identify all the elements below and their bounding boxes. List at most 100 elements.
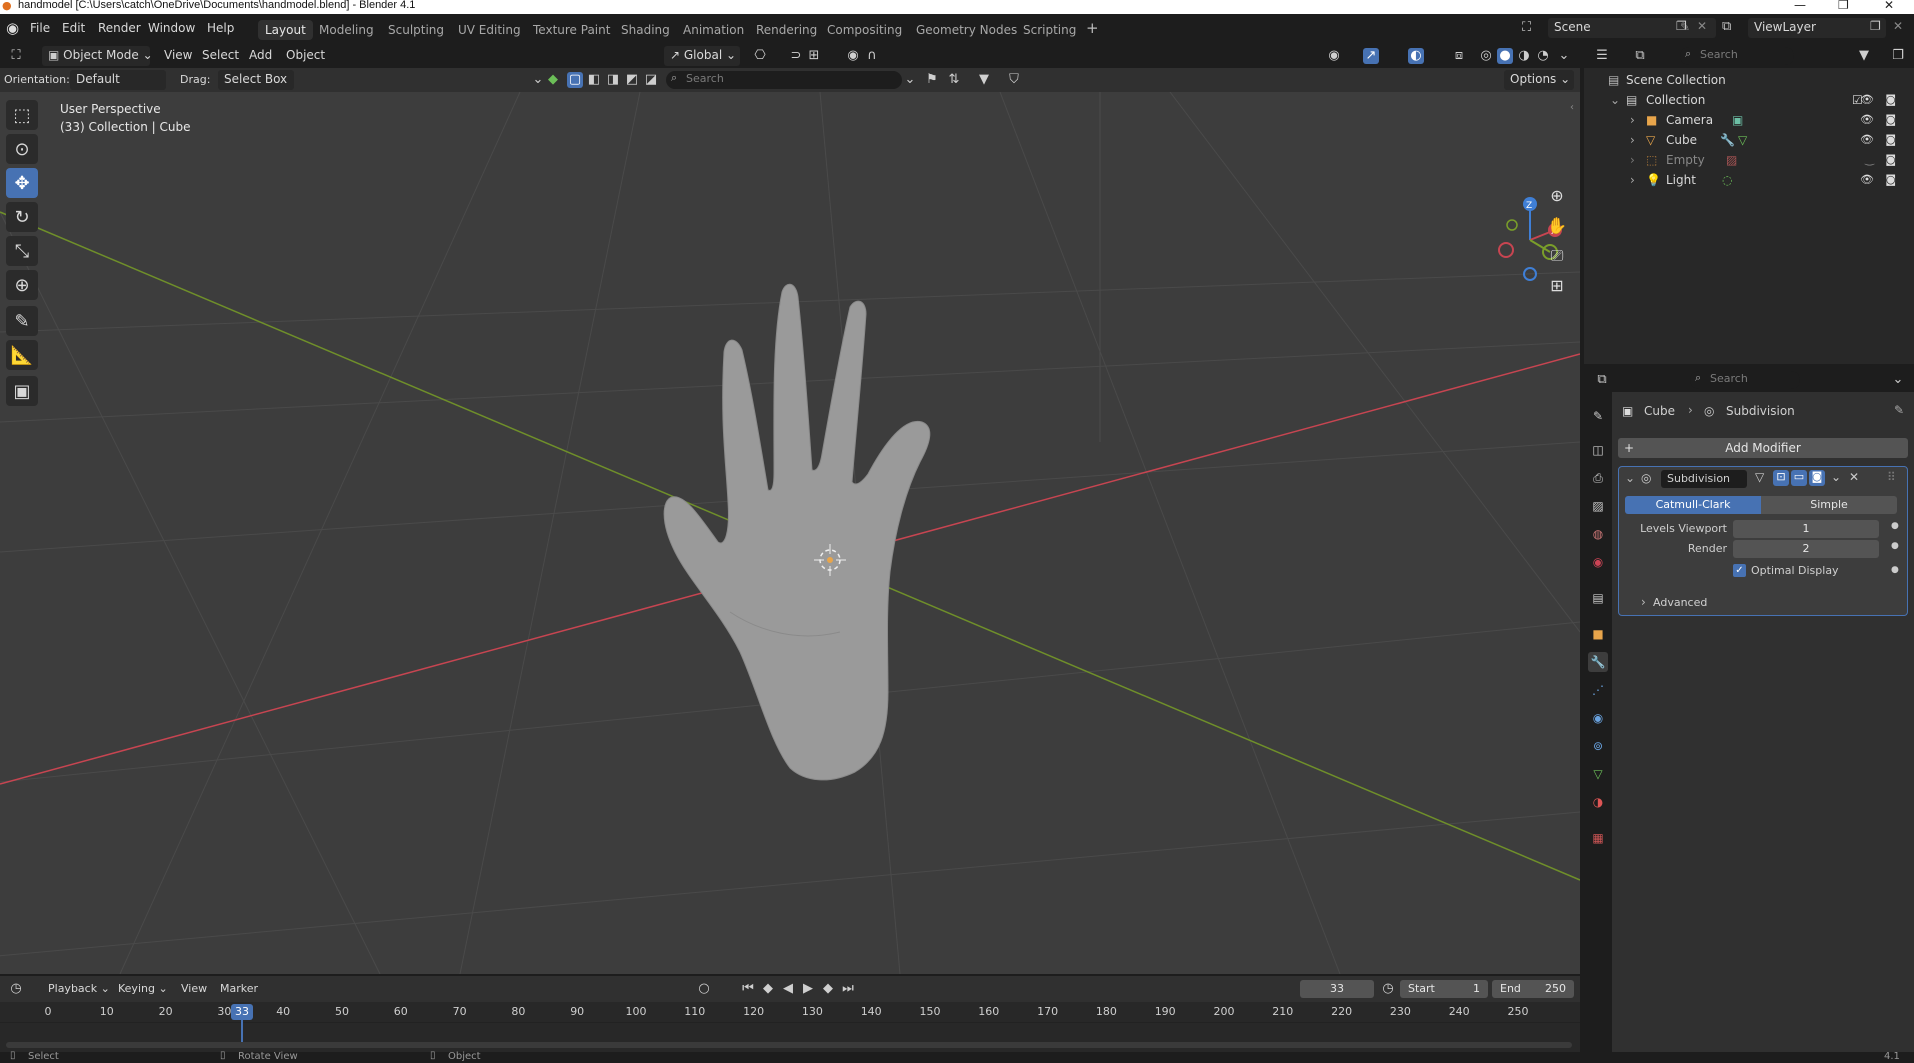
play-reverse-icon[interactable]: ◀ xyxy=(780,981,796,997)
render-camera-icon[interactable]: ◙ xyxy=(1885,153,1896,166)
xray-icon[interactable]: ⧈ xyxy=(1451,48,1467,64)
remove-modifier-icon[interactable]: ✕ xyxy=(1849,470,1859,484)
menu-playback[interactable]: Playback ⌄ xyxy=(48,982,110,995)
tab-modeling[interactable]: Modeling xyxy=(312,20,381,40)
measure-tool-icon[interactable]: 📐 xyxy=(6,340,38,370)
move-tool-icon[interactable]: ✥ xyxy=(6,168,38,198)
tab-texture-paint[interactable]: Texture Paint xyxy=(526,20,617,40)
start-frame-field[interactable]: Start 1 xyxy=(1400,980,1488,998)
render-levels-field[interactable]: 2 xyxy=(1733,540,1879,558)
orientation-dropdown[interactable]: Default xyxy=(70,70,166,90)
gizmo-neg-y-axis[interactable] xyxy=(1506,219,1518,231)
timeline-editor-type-icon[interactable]: ◷ xyxy=(8,981,24,997)
jump-prev-keyframe-icon[interactable]: ◆ xyxy=(760,981,776,997)
jump-end-icon[interactable]: ⏭ xyxy=(840,981,856,997)
expand-chevron-icon[interactable]: › xyxy=(1630,173,1635,187)
view-layer-selector[interactable]: ViewLayer xyxy=(1748,18,1886,38)
material-tab-icon[interactable]: ◑ xyxy=(1588,792,1608,812)
new-scene-icon[interactable]: ❐ xyxy=(1676,19,1687,33)
tab-animation[interactable]: Animation xyxy=(676,20,751,40)
end-frame-field[interactable]: End 250 xyxy=(1492,980,1574,998)
modifier-name-field[interactable]: Subdivision xyxy=(1661,470,1747,488)
render-camera-icon[interactable]: ◙ xyxy=(1885,133,1896,146)
menu-window[interactable]: Window xyxy=(148,21,195,35)
collapse-icon[interactable]: ⌄ xyxy=(530,72,546,88)
texture-tab-icon[interactable]: ▦ xyxy=(1588,828,1608,848)
tab-compositing[interactable]: Compositing xyxy=(820,20,909,40)
properties-editor-type-icon[interactable]: ⧉ xyxy=(1594,372,1610,388)
tab-uv-editing[interactable]: UV Editing xyxy=(451,20,528,40)
overlay-toggle-icon[interactable]: ◐ xyxy=(1408,48,1424,64)
object-tab-icon[interactable]: ■ xyxy=(1588,624,1608,644)
edit-mode-icon[interactable]: ⊡ xyxy=(1773,470,1789,486)
constraints-tab-icon[interactable]: ⊚ xyxy=(1588,736,1608,756)
snap-target-icon[interactable]: ⊞ xyxy=(806,48,822,64)
menu-marker[interactable]: Marker xyxy=(220,982,258,995)
menu-edit[interactable]: Edit xyxy=(62,21,85,35)
outliner-row-light[interactable]: › 💡 Light ◌ 👁 ◙ xyxy=(1584,170,1914,190)
modifier-tab-icon[interactable]: 🔧 xyxy=(1588,652,1608,672)
restrict-icon[interactable]: ⛉ xyxy=(1006,72,1022,88)
tab-shading[interactable]: Shading xyxy=(614,20,677,40)
pivot-icon[interactable]: ⎔ xyxy=(752,48,768,64)
render-camera-icon[interactable]: ◙ xyxy=(1885,113,1896,126)
scale-tool-icon[interactable]: ⤡ xyxy=(6,236,38,266)
tab-geometry-nodes[interactable]: Geometry Nodes xyxy=(909,20,1024,40)
menu-render[interactable]: Render xyxy=(98,21,141,35)
menu-select[interactable]: Select xyxy=(202,48,239,62)
sidebar-toggle-icon[interactable]: ‹ xyxy=(1570,102,1574,113)
light-data-icon[interactable]: ◌ xyxy=(1722,173,1732,187)
outliner-row-scene-collection[interactable]: ▤ Scene Collection xyxy=(1584,70,1914,90)
ortho-grid-icon[interactable]: ⊞ xyxy=(1543,272,1571,300)
menu-add[interactable]: Add xyxy=(249,48,272,62)
visibility-eye-icon[interactable]: 👁 xyxy=(1860,113,1874,126)
levels-viewport-field[interactable]: 1 xyxy=(1733,520,1879,538)
outliner-search-input[interactable]: ⌕ Search xyxy=(1680,47,1794,65)
camera-data-icon[interactable]: ▣ xyxy=(1732,113,1743,127)
3d-viewport[interactable]: Z X User Perspective (33) Collection | C… xyxy=(0,92,1580,974)
render-display-icon[interactable]: ◙ xyxy=(1809,470,1825,486)
hand-mesh[interactable] xyxy=(663,283,931,781)
transform-orientation-dropdown[interactable]: ↗ Global ⌄ xyxy=(664,46,740,66)
visibility-eye-icon[interactable]: 👁 xyxy=(1860,93,1874,106)
keyframe-dot-icon[interactable]: ● xyxy=(1891,565,1899,575)
menu-view[interactable]: View xyxy=(164,48,192,62)
expand-chevron-icon[interactable]: › xyxy=(1630,133,1635,147)
collection-tab-icon[interactable]: ▤ xyxy=(1588,588,1608,608)
render-camera-icon[interactable]: ◙ xyxy=(1885,173,1896,186)
image-data-icon[interactable]: ▨ xyxy=(1726,153,1737,167)
menu-keying[interactable]: Keying ⌄ xyxy=(118,982,168,995)
play-icon[interactable]: ▶ xyxy=(800,981,816,997)
expand-chevron-icon[interactable]: › xyxy=(1630,153,1635,167)
mode-dropdown[interactable]: ▣ Object Mode ⌄ xyxy=(42,46,153,66)
properties-search-input[interactable]: ⌕ Search xyxy=(1690,371,1800,389)
collapse-chevron-icon[interactable]: ⌄ xyxy=(1625,471,1635,485)
editor-type-icon[interactable]: ⛶ xyxy=(8,48,24,64)
transform-tool-icon[interactable]: ⊕ xyxy=(6,270,38,300)
modifier-menu-icon[interactable]: ⌄ xyxy=(1831,470,1841,484)
add-workspace-icon[interactable]: + xyxy=(1086,19,1099,37)
annotate-tool-icon[interactable]: ✎ xyxy=(6,306,38,336)
catmull-clark-button[interactable]: Catmull-Clark xyxy=(1625,496,1761,514)
mesh-data-icon[interactable]: ▽ xyxy=(1738,133,1747,147)
on-cage-icon[interactable]: ▽ xyxy=(1755,470,1764,484)
outliner-row-cube[interactable]: › ▽ Cube 🔧 ▽ 👁 ◙ xyxy=(1584,130,1914,150)
view-layer-tab-icon[interactable]: ▨ xyxy=(1588,496,1608,516)
expand-chevron-icon[interactable]: ⌄ xyxy=(1610,93,1620,107)
advanced-chevron-icon[interactable]: › xyxy=(1641,595,1646,609)
jump-next-keyframe-icon[interactable]: ◆ xyxy=(820,981,836,997)
modifier-wrench-icon[interactable]: 🔧 xyxy=(1720,133,1735,147)
tab-layout[interactable]: Layout xyxy=(258,20,313,40)
new-view-layer-icon[interactable]: ❐ xyxy=(1870,19,1881,33)
scene-icon[interactable]: ⛶ xyxy=(1522,20,1531,35)
tab-scripting[interactable]: Scripting xyxy=(1016,20,1083,40)
add-cube-tool-icon[interactable]: ▣ xyxy=(6,376,38,406)
drag-dropdown[interactable]: Select Box xyxy=(218,70,294,90)
new-collection-icon[interactable]: ❐ xyxy=(1890,48,1906,64)
snap-icon[interactable]: ⊃ xyxy=(788,48,804,64)
optimal-display-checkbox[interactable]: ✓ xyxy=(1733,564,1746,577)
menu-timeline-view[interactable]: View xyxy=(181,982,207,995)
add-modifier-button[interactable]: + Add Modifier xyxy=(1618,438,1908,458)
scene-selector[interactable]: Scene ✎ xyxy=(1548,18,1716,38)
menu-file[interactable]: File xyxy=(30,21,50,35)
